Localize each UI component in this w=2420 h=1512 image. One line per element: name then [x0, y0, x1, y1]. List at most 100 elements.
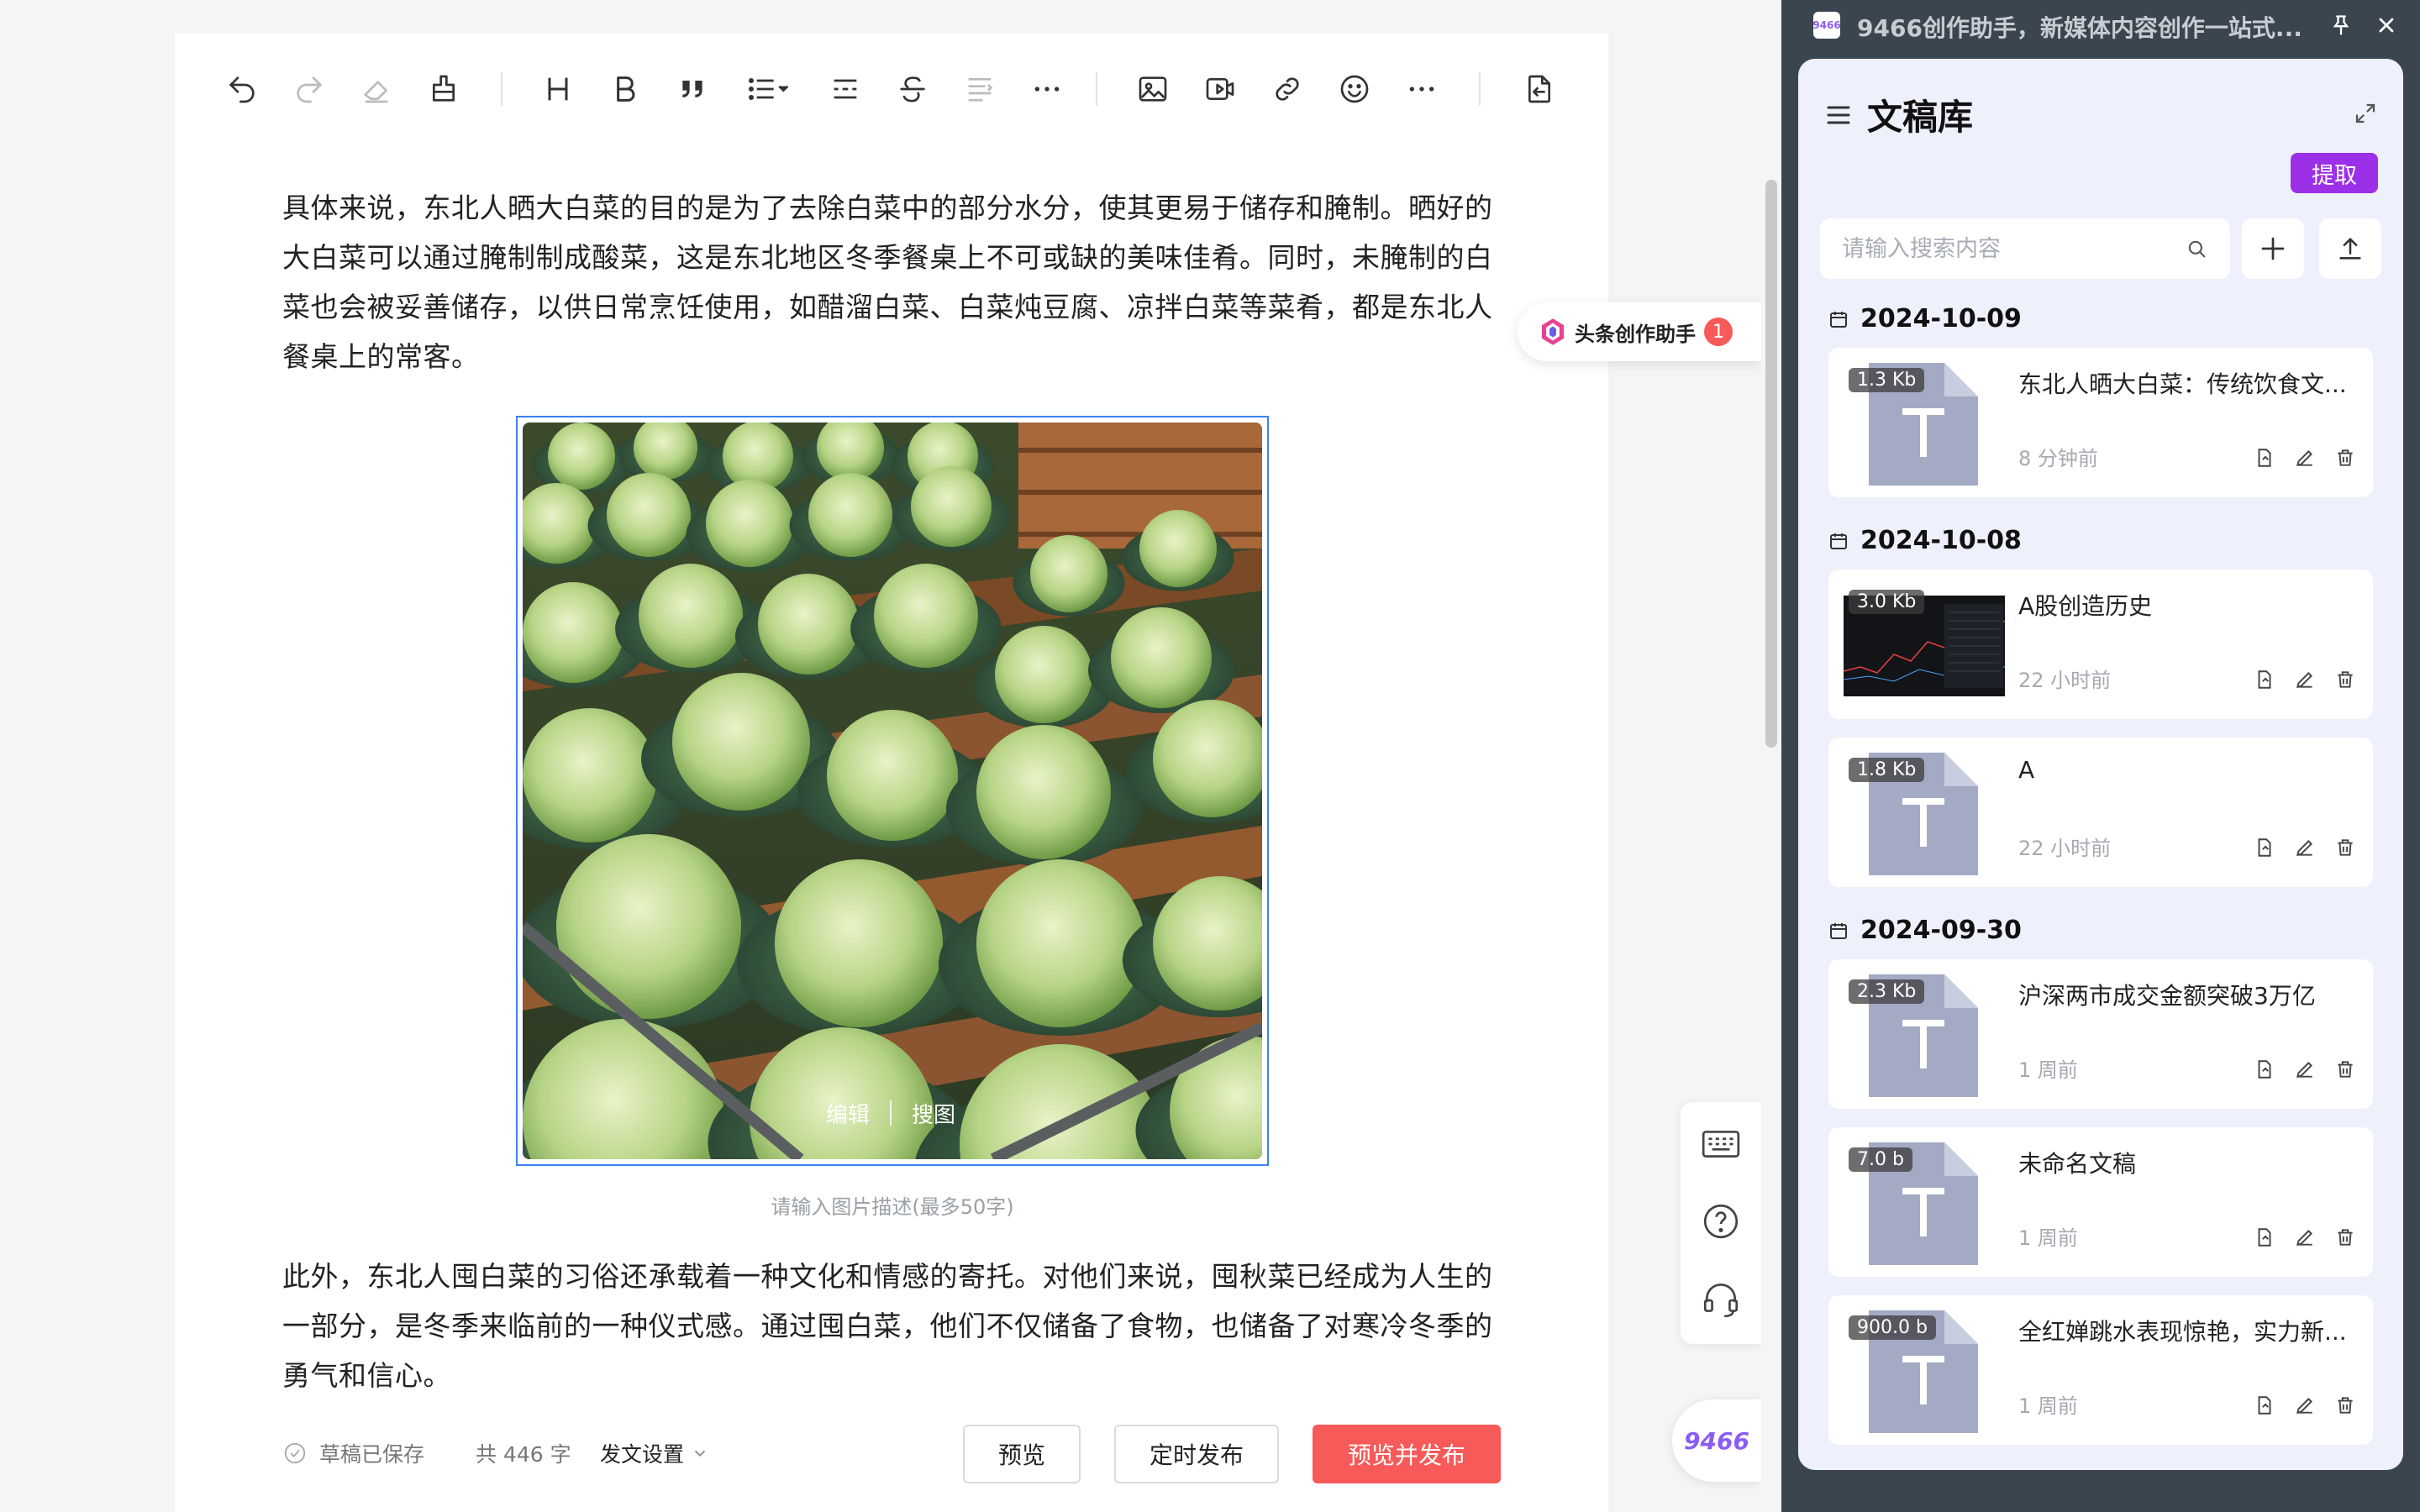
- editor-bottom-bar: 草稿已保存 共 446 字 发文设置 预览 定时发布 预览并发布: [282, 1421, 1509, 1485]
- list-icon[interactable]: [736, 66, 800, 113]
- preview-and-publish-button[interactable]: 预览并发布: [1313, 1425, 1501, 1483]
- doc-card[interactable]: 1.8 Kb A 22 小时前: [1828, 738, 2373, 887]
- doc-card[interactable]: 1.3 Kb 东北人晒大白菜：传统饮食文... 8 分钟前: [1828, 348, 2373, 497]
- toolbar-separator: [501, 72, 502, 106]
- edit-icon[interactable]: [2294, 669, 2316, 690]
- link-icon[interactable]: [1264, 66, 1311, 113]
- menu-icon[interactable]: [1823, 100, 1854, 130]
- image-edit-button[interactable]: 编辑: [826, 1098, 870, 1129]
- undo-icon[interactable]: [218, 66, 266, 113]
- cabbage-head: [706, 480, 793, 567]
- insert-icon[interactable]: [2254, 837, 2275, 858]
- date-label: 2024-10-09: [1860, 304, 2022, 333]
- file-size-badge: 1.8 Kb: [1849, 758, 1925, 782]
- insert-icon[interactable]: [2254, 1394, 2275, 1416]
- doc-card[interactable]: 900.0 b 全红婵跳水表现惊艳，实力新... 1 周前: [1828, 1295, 2373, 1445]
- upload-icon: [2339, 237, 2361, 260]
- quote-icon[interactable]: [669, 66, 716, 113]
- emoji-icon[interactable]: [1331, 66, 1378, 113]
- window-title: 9466创作助手，新媒体内容创作一站式...: [1857, 14, 2302, 42]
- cabbage-head: [808, 473, 892, 557]
- more-icon[interactable]: [1023, 66, 1071, 113]
- help-icon[interactable]: [1697, 1198, 1744, 1245]
- doc-title: 沪深两市成交金额突破3万亿: [2018, 982, 2316, 1010]
- preview-button[interactable]: 预览: [963, 1425, 1081, 1483]
- image-icon[interactable]: [1129, 66, 1176, 113]
- cabbage-head: [976, 725, 1111, 859]
- doc-title: 全红婵跳水表现惊艳，实力新...: [2018, 1318, 2347, 1346]
- import-icon[interactable]: [1516, 66, 1563, 113]
- cabbage-head: [548, 423, 615, 490]
- insert-icon[interactable]: [2254, 447, 2275, 469]
- doc-title: A股创造历史: [2018, 592, 2153, 620]
- trash-icon[interactable]: [2334, 837, 2356, 858]
- close-icon[interactable]: [2370, 8, 2403, 42]
- video-icon[interactable]: [1197, 66, 1244, 113]
- date-group-header: 2024-10-08: [1828, 526, 2022, 555]
- redo-icon[interactable]: [286, 66, 333, 113]
- assistant-logo-icon: [1541, 318, 1565, 345]
- cabbage-image[interactable]: [523, 423, 1262, 1159]
- file-size-badge: 2.3 Kb: [1849, 979, 1925, 1004]
- date-group-header: 2024-09-30: [1828, 916, 2022, 945]
- app-logo-bubble[interactable]: 9466: [1672, 1399, 1761, 1482]
- doc-card[interactable]: 3.0 Kb A股创造历史 22 小时前: [1828, 570, 2373, 719]
- expand-icon[interactable]: [2353, 101, 2378, 126]
- doc-card[interactable]: 2.3 Kb 沪深两市成交金额突破3万亿 1 周前: [1828, 959, 2373, 1109]
- image-toolbar: 编辑 搜图: [807, 1092, 975, 1134]
- search-input[interactable]: [1842, 235, 2185, 262]
- insert-icon[interactable]: [2254, 669, 2275, 690]
- cabbage-head: [976, 859, 1144, 1027]
- edit-icon[interactable]: [2294, 1058, 2316, 1080]
- trash-icon[interactable]: [2334, 447, 2356, 469]
- doc-actions: [2254, 1058, 2356, 1080]
- edit-icon[interactable]: [2294, 1226, 2316, 1248]
- heading-icon[interactable]: [534, 66, 581, 113]
- trash-icon[interactable]: [2334, 669, 2356, 690]
- add-button[interactable]: [2242, 218, 2304, 279]
- upload-button[interactable]: [2319, 218, 2381, 279]
- indent-icon[interactable]: [956, 66, 1003, 113]
- article-image-frame[interactable]: [516, 416, 1269, 1166]
- bold-icon[interactable]: [602, 66, 649, 113]
- doc-card[interactable]: 7.0 b 未命名文稿 1 周前: [1828, 1127, 2373, 1277]
- trash-icon[interactable]: [2334, 1058, 2356, 1080]
- strikethrough-icon[interactable]: [889, 66, 936, 113]
- file-size-badge: 900.0 b: [1849, 1315, 1936, 1340]
- doc-title: A: [2018, 756, 2035, 784]
- edit-icon[interactable]: [2294, 837, 2316, 858]
- doc-title: 未命名文稿: [2018, 1150, 2137, 1178]
- headset-icon[interactable]: [1697, 1275, 1744, 1322]
- image-caption-input[interactable]: 请输入图片描述(最多50字): [516, 1190, 1269, 1220]
- saved-status-text: 草稿已保存: [319, 1442, 425, 1467]
- cabbage-head: [827, 710, 958, 841]
- trash-icon[interactable]: [2334, 1394, 2356, 1416]
- editor-scrollbar-thumb[interactable]: [1765, 180, 1777, 748]
- format-painter-icon[interactable]: [420, 66, 467, 113]
- cabbage-head: [523, 582, 623, 683]
- extract-button[interactable]: 提取: [2291, 153, 2378, 193]
- divider-icon[interactable]: [822, 66, 869, 113]
- pin-icon[interactable]: [2324, 8, 2358, 42]
- doc-actions: [2254, 1226, 2356, 1248]
- more-icon[interactable]: [1398, 66, 1445, 113]
- panel-header: 文稿库: [1823, 89, 1973, 140]
- schedule-publish-button[interactable]: 定时发布: [1114, 1425, 1279, 1483]
- cabbage-head: [556, 834, 741, 1019]
- search-icon[interactable]: [2185, 237, 2208, 260]
- keyboard-icon[interactable]: [1697, 1121, 1744, 1168]
- publish-settings-dropdown[interactable]: 发文设置: [600, 1438, 709, 1468]
- insert-icon[interactable]: [2254, 1226, 2275, 1248]
- article-paragraph[interactable]: 具体来说，东北人晒大白菜的目的是为了去除白菜中的部分水分，使其更易于储存和腌制。…: [282, 183, 1509, 381]
- eraser-icon[interactable]: [353, 66, 400, 113]
- cabbage-head: [523, 708, 657, 843]
- edit-icon[interactable]: [2294, 447, 2316, 469]
- trash-icon[interactable]: [2334, 1226, 2356, 1248]
- insert-icon[interactable]: [2254, 1058, 2275, 1080]
- toolbar-separator: [1096, 72, 1097, 106]
- cabbage-head: [775, 859, 943, 1027]
- creation-assistant-tag[interactable]: 头条创作助手 1: [1518, 302, 1761, 361]
- image-search-button[interactable]: 搜图: [912, 1098, 955, 1129]
- edit-icon[interactable]: [2294, 1394, 2316, 1416]
- article-paragraph[interactable]: 此外，东北人囤白菜的习俗还承载着一种文化和情感的寄托。对他们来说，囤秋菜已经成为…: [282, 1252, 1509, 1400]
